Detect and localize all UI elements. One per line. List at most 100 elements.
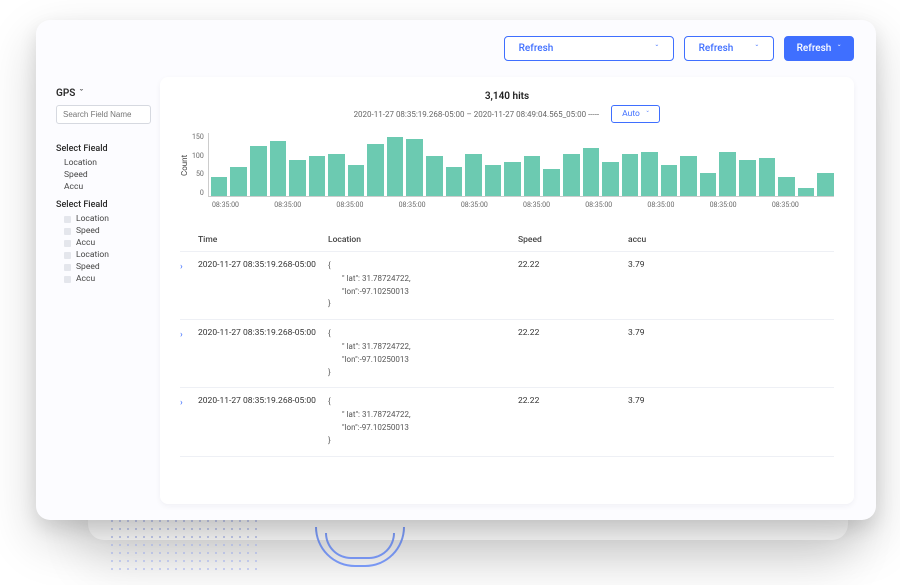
histogram-bar — [817, 173, 834, 196]
x-tick: 08:35:00 — [274, 201, 336, 209]
histogram-bar — [485, 165, 502, 197]
field-group: Select Fieald Location Speed Accu Locati… — [56, 200, 144, 284]
histogram-bar — [446, 167, 463, 196]
field-item[interactable]: Location — [64, 158, 144, 168]
histogram-bar — [602, 162, 619, 196]
histogram-bar — [387, 137, 404, 196]
chevron-down-icon: ˇ — [755, 44, 759, 53]
results-panel: 3,140 hits 2020-11-27 08:35:19.268-05:00… — [160, 77, 854, 504]
field-item[interactable]: Speed — [64, 170, 144, 180]
field-item[interactable]: Accu — [64, 182, 144, 192]
cell-location: {" lat": 31.78724722,"lon":-97.10250013} — [328, 260, 518, 311]
chevron-down-icon: ˇ — [79, 89, 83, 99]
cell-speed: 22.22 — [518, 396, 628, 406]
y-tick: 100 — [192, 152, 204, 160]
expand-row-icon[interactable]: › — [180, 328, 198, 340]
histogram-bar — [700, 173, 717, 196]
histogram-bar — [426, 156, 443, 196]
field-swatch-icon — [64, 228, 71, 235]
button-label: Refresh — [699, 43, 734, 54]
histogram-bar — [270, 141, 287, 196]
x-tick: 08:35:00 — [710, 201, 772, 209]
histogram-bar — [719, 152, 736, 196]
histogram-bar — [543, 169, 560, 196]
x-tick: 08:35:00 — [523, 201, 585, 209]
field-item[interactable]: Accu — [64, 274, 144, 284]
time-range-text: 2020-11-27 08:35:19.268-05:00 – 2020-11-… — [354, 110, 600, 119]
histogram-bar — [348, 165, 365, 197]
table-row: ›2020-11-27 08:35:19.268-05:00{" lat": 3… — [180, 320, 834, 388]
y-tick: 0 — [200, 189, 204, 197]
auto-interval-button[interactable]: Auto ˇ — [611, 105, 660, 123]
source-selector[interactable]: GPS ˇ — [56, 88, 144, 99]
x-tick: 08:35:00 — [336, 201, 398, 209]
histogram-bars — [208, 133, 834, 197]
cell-speed: 22.22 — [518, 260, 628, 270]
field-swatch-icon — [64, 252, 71, 259]
refresh-button[interactable]: Refresh ˇ — [684, 36, 774, 61]
cell-location: {" lat": 31.78724722,"lon":-97.10250013} — [328, 328, 518, 379]
data-table: Time Location Speed accu ›2020-11-27 08:… — [180, 227, 834, 457]
histogram-bar — [504, 162, 521, 196]
table-header: Time Location Speed accu — [180, 227, 834, 252]
source-selector-label: GPS — [56, 88, 75, 99]
expand-row-icon[interactable]: › — [180, 396, 198, 408]
field-item[interactable]: Accu — [64, 238, 144, 248]
cell-time: 2020-11-27 08:35:19.268-05:00 — [198, 260, 328, 270]
histogram-chart: Count 150 100 50 0 — [180, 133, 834, 197]
x-tick: 08:35:00 — [461, 201, 523, 209]
histogram-bar — [328, 154, 345, 196]
table-body: ›2020-11-27 08:35:19.268-05:00{" lat": 3… — [180, 252, 834, 457]
field-group: Select Fieald Location Speed Accu — [56, 144, 144, 192]
cell-accu: 3.79 — [628, 328, 708, 338]
x-tick: 08:35:00 — [399, 201, 461, 209]
histogram-bar — [583, 148, 600, 196]
histogram-bar — [680, 156, 697, 196]
expand-row-icon[interactable]: › — [180, 260, 198, 272]
table-row: ›2020-11-27 08:35:19.268-05:00{" lat": 3… — [180, 252, 834, 320]
col-speed: Speed — [518, 235, 628, 245]
histogram-bar — [739, 160, 756, 196]
refresh-button-primary[interactable]: Refresh ˇ — [784, 36, 854, 61]
chevron-down-icon: ˇ — [837, 44, 841, 53]
time-range-row: 2020-11-27 08:35:19.268-05:00 – 2020-11-… — [180, 105, 834, 123]
histogram-bar — [524, 156, 541, 196]
search-field-input[interactable] — [56, 105, 151, 124]
field-item-label: Location — [64, 158, 97, 168]
field-item-label: Location — [76, 214, 109, 224]
table-row: ›2020-11-27 08:35:19.268-05:00{" lat": 3… — [180, 388, 834, 456]
field-item[interactable]: Location — [64, 250, 144, 260]
field-item[interactable]: Speed — [64, 226, 144, 236]
cell-accu: 3.79 — [628, 396, 708, 406]
toolbar: Refresh ˇ Refresh ˇ Refresh ˇ — [160, 36, 854, 61]
histogram-bar — [563, 154, 580, 196]
cell-location: {" lat": 31.78724722,"lon":-97.10250013} — [328, 396, 518, 447]
field-item-label: Accu — [76, 238, 95, 248]
field-item-label: Location — [76, 250, 109, 260]
field-swatch-icon — [64, 276, 71, 283]
field-item-label: Accu — [64, 182, 83, 192]
y-axis-ticks: 150 100 50 0 — [192, 133, 208, 197]
app-window: GPS ˇ Select Fieald Location Speed Accu … — [36, 20, 876, 520]
histogram-bar — [367, 144, 384, 197]
cell-time: 2020-11-27 08:35:19.268-05:00 — [198, 328, 328, 338]
histogram-bar — [465, 154, 482, 196]
x-tick: 08:35:00 — [772, 201, 834, 209]
y-tick: 150 — [192, 133, 204, 141]
histogram-bar — [661, 165, 678, 197]
histogram-bar — [289, 160, 306, 196]
histogram-bar — [622, 154, 639, 196]
field-item[interactable]: Location — [64, 214, 144, 224]
field-group-title: Select Fieald — [56, 144, 144, 154]
histogram-bar — [798, 188, 815, 196]
field-swatch-icon — [64, 216, 71, 223]
histogram-bar — [759, 158, 776, 196]
button-label: Refresh — [519, 43, 554, 54]
refresh-button[interactable]: Refresh ˇ — [504, 36, 674, 61]
sidebar: GPS ˇ Select Fieald Location Speed Accu … — [36, 20, 156, 520]
histogram-bar — [406, 139, 423, 196]
x-tick: 08:35:00 — [647, 201, 709, 209]
field-item[interactable]: Speed — [64, 262, 144, 272]
field-swatch-icon — [64, 264, 71, 271]
x-tick: 08:35:00 — [585, 201, 647, 209]
